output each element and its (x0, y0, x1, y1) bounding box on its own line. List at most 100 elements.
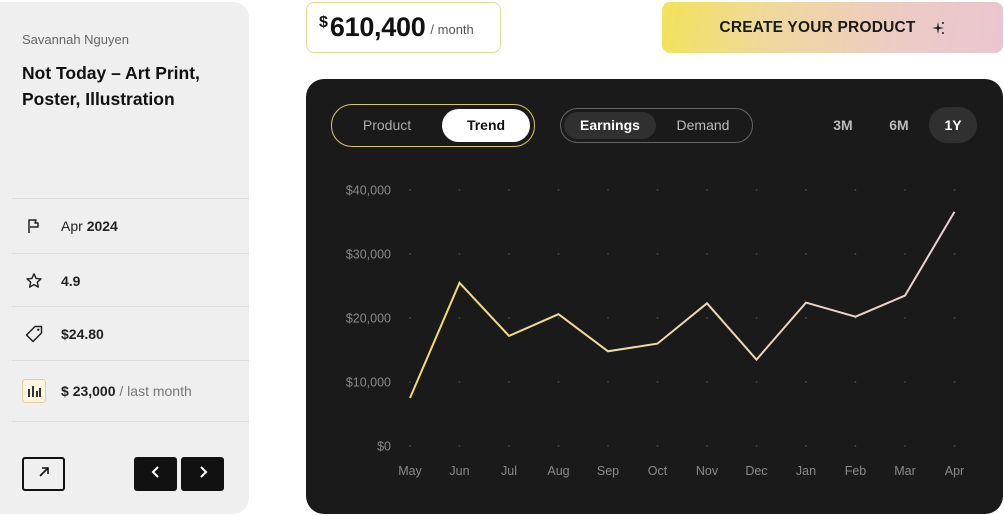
grid-dot (458, 253, 461, 255)
grid-dot (904, 317, 906, 319)
last-month-suffix: / last month (119, 383, 192, 399)
x-tick-label: May (398, 464, 422, 478)
grid-dot (805, 189, 807, 191)
grid-dot (508, 317, 510, 319)
earnings-line (409, 211, 956, 399)
grid-dot (953, 253, 956, 255)
grid-dot (706, 445, 708, 447)
chevron-left-icon (150, 465, 162, 484)
grid-dot (755, 317, 758, 319)
sparkle-icon (930, 20, 946, 36)
next-button[interactable] (181, 457, 224, 491)
grid-dot (508, 189, 510, 191)
grid-dot (508, 253, 510, 255)
earnings-line-chart: $0 $10,000 $20,000 $30,000 $40,000 May Jun Jul A… (346, 184, 964, 479)
grid-dot (755, 253, 758, 255)
x-tick-label: Mar (894, 464, 916, 478)
grid-dot (755, 445, 758, 447)
monthly-price-period: / month (430, 21, 474, 37)
grid-dot (557, 317, 560, 319)
grid-dot (409, 445, 411, 447)
grid-dot (458, 381, 461, 383)
grid-dot (557, 253, 560, 255)
x-tick-label: Feb (845, 464, 867, 478)
grid-dot (409, 253, 411, 255)
grid-dot (656, 381, 659, 383)
grid-dot (854, 189, 857, 191)
create-product-button[interactable]: CREATE YOUR PRODUCT (662, 2, 1003, 53)
grid-dot (953, 381, 956, 383)
grid-dot (904, 445, 906, 447)
x-tick-label: Oct (648, 464, 668, 478)
tag-icon (22, 322, 46, 346)
grid-dot (854, 381, 857, 383)
monthly-price-currency: $ (319, 14, 328, 31)
date-year: 2024 (86, 217, 118, 234)
chevron-right-icon (197, 465, 209, 484)
y-tick-label: $20,000 (346, 312, 391, 326)
x-tick-label: Jun (449, 464, 469, 478)
grid-dot (656, 253, 659, 255)
rating-row: 4.9 (12, 253, 249, 307)
price-value: 24.80 (68, 325, 104, 342)
prev-button[interactable] (134, 457, 177, 491)
grid-dot (904, 189, 906, 191)
date-month: Apr (61, 217, 83, 234)
grid-dot (508, 445, 510, 447)
grid-dot (805, 253, 807, 255)
grid-dot (607, 189, 609, 191)
grid-dot (953, 189, 956, 191)
grid-dot (904, 253, 906, 255)
grid-dot (458, 189, 461, 191)
grid-dot (706, 253, 708, 255)
create-product-label: CREATE YOUR PRODUCT (719, 18, 916, 36)
grid-dot (755, 381, 758, 383)
grid-dot (805, 381, 807, 383)
grid-dot (409, 381, 411, 383)
grid-dot (458, 317, 461, 319)
x-tick-label: Nov (696, 464, 719, 478)
price-row: $24.80 (12, 306, 249, 360)
grid-dot (904, 381, 906, 383)
grid-dot (854, 445, 857, 447)
grid-dot (706, 317, 708, 319)
x-tick-label: Sep (597, 464, 619, 478)
grid-dot (607, 253, 609, 255)
grid-dot (755, 189, 758, 191)
arrow-up-right-icon (37, 465, 51, 484)
product-card: Savannah Nguyen Not Today – Art Print, P… (0, 2, 249, 514)
x-tick-label: Jan (796, 464, 816, 478)
x-tick-label: Apr (945, 464, 964, 478)
last-month-row: $ 23,000 / last month (12, 360, 249, 421)
y-tick-label: $30,000 (346, 248, 391, 262)
x-tick-label: Dec (745, 464, 767, 478)
y-tick-label: $10,000 (346, 376, 391, 390)
monthly-price: $ 610,400 / month (306, 2, 501, 53)
grid-dot (706, 189, 708, 191)
monthly-price-amount: 610,400 (329, 12, 426, 42)
grid-dot (557, 381, 560, 383)
grid-dot (557, 445, 560, 447)
price-currency: $ (61, 325, 69, 342)
grid-dot (706, 381, 708, 383)
star-icon (22, 269, 46, 293)
flag-icon (22, 214, 46, 238)
x-tick-label: Jul (501, 464, 517, 478)
last-month-currency: $ (61, 383, 69, 399)
grid-dot (953, 317, 956, 319)
y-tick-label: $40,000 (346, 184, 391, 198)
grid-dot (409, 317, 411, 319)
grid-dot (458, 445, 461, 447)
product-title: Not Today – Art Print, Poster, Illustrat… (22, 63, 200, 109)
grid-dot (953, 445, 956, 447)
grid-dot (854, 253, 857, 255)
grid-dot (508, 381, 510, 383)
grid-dot (656, 317, 659, 319)
grid-dot (607, 381, 609, 383)
expand-button[interactable] (22, 457, 65, 491)
date-row: Apr 2024 (12, 198, 249, 252)
bar-chart-icon (22, 379, 46, 403)
last-month-value: 23,000 (72, 383, 116, 399)
author-name: Savannah Nguyen (22, 32, 129, 47)
grid-dot (656, 189, 659, 191)
